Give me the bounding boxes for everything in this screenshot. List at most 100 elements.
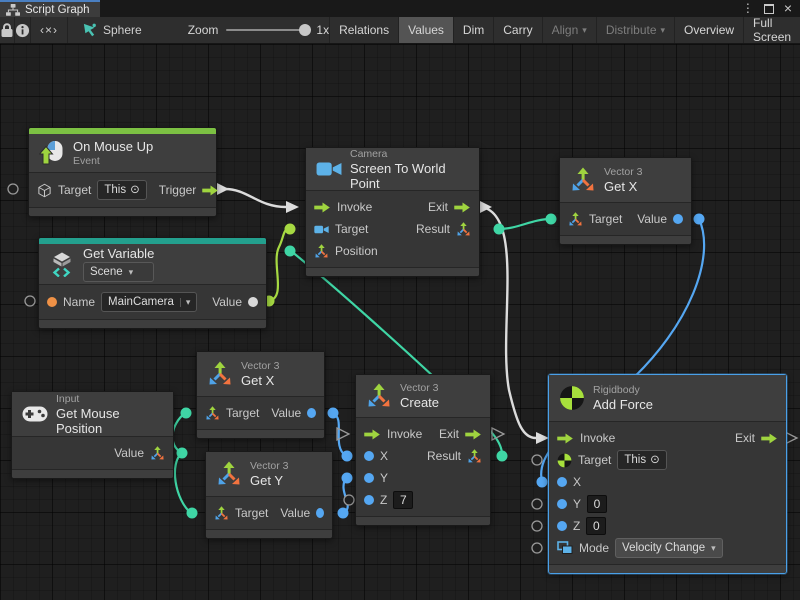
port-row: Target Result: [314, 218, 471, 240]
maximize-icon[interactable]: [764, 4, 774, 14]
port-row: Z 7: [364, 489, 482, 511]
z-value-field[interactable]: 7: [393, 491, 413, 509]
node-get-mouse-position[interactable]: Input Get Mouse Position Value: [11, 391, 174, 479]
value-port-label: Value: [212, 295, 242, 309]
rigidbody-icon[interactable]: [557, 453, 572, 468]
name-port-label: Name: [63, 295, 95, 309]
port-row: Value: [20, 442, 165, 464]
values-toggle[interactable]: Values: [399, 17, 454, 43]
dim-toggle[interactable]: Dim: [454, 17, 494, 43]
tab-bar: Script Graph ⋮ ×: [0, 0, 800, 17]
z-port[interactable]: [557, 521, 567, 531]
full-screen-button[interactable]: Full Screen: [744, 17, 800, 43]
flow-arrow-icon[interactable]: [465, 429, 482, 440]
scope-dropdown[interactable]: Scene ▾: [83, 262, 154, 282]
vector3-icon: [570, 167, 596, 193]
value-port[interactable]: [673, 214, 683, 224]
node-footer: [29, 207, 216, 216]
vector3-icon[interactable]: [467, 449, 482, 464]
target-port-label: Target: [589, 212, 622, 226]
node-on-mouse-up[interactable]: On Mouse Up Event Target This ⊙ Trigger: [28, 127, 217, 217]
node-title: Add Force: [593, 397, 653, 412]
z-value-field[interactable]: 0: [586, 517, 606, 535]
y-value-field[interactable]: 0: [587, 495, 607, 513]
x-port-label: X: [573, 475, 581, 489]
flow-arrow-icon[interactable]: [557, 433, 574, 444]
lock-button[interactable]: [0, 17, 15, 43]
align-dropdown[interactable]: Align▾: [543, 17, 597, 43]
flow-arrow-icon[interactable]: [314, 202, 331, 213]
vector3-icon[interactable]: [314, 244, 329, 259]
value-port-label: Value: [271, 406, 301, 420]
node-footer: [356, 516, 490, 525]
port-row: Invoke Exit: [364, 423, 482, 445]
graph-icon: [6, 4, 20, 16]
flow-arrow-icon[interactable]: [202, 185, 219, 196]
graph-breadcrumb[interactable]: Sphere: [82, 17, 142, 43]
y-port[interactable]: [364, 473, 374, 483]
vector3-icon[interactable]: [214, 506, 229, 521]
carry-toggle[interactable]: Carry: [494, 17, 542, 43]
this-target-chip[interactable]: This ⊙: [97, 180, 146, 200]
variable-name-dropdown[interactable]: MainCamera ▾: [101, 292, 197, 312]
value-port[interactable]: [316, 508, 324, 518]
invoke-port-label: Invoke: [387, 427, 422, 441]
node-get-variable[interactable]: Get Variable Scene ▾ Name MainCamera ▾ V…: [38, 237, 267, 329]
chevron-down-icon: ▾: [129, 268, 134, 277]
y-port-label: Y: [380, 471, 388, 485]
node-vector3-get-y[interactable]: Vector 3 Get Y Target Value: [205, 451, 333, 539]
code-view-icon: ‹×›: [40, 23, 58, 37]
flow-arrow-icon[interactable]: [761, 433, 778, 444]
force-mode-icon[interactable]: [557, 541, 573, 555]
vector3-icon[interactable]: [568, 212, 583, 227]
overview-button[interactable]: Overview: [675, 17, 744, 43]
vector3-icon[interactable]: [150, 446, 165, 461]
gameobject-cube-icon[interactable]: [37, 183, 52, 198]
tab-script-graph[interactable]: Script Graph: [0, 0, 100, 17]
x-port[interactable]: [364, 451, 374, 461]
node-title: Get X: [241, 373, 280, 388]
y-port[interactable]: [557, 499, 567, 509]
target-dot-icon: ⊙: [650, 451, 660, 469]
code-view-button[interactable]: ‹×›: [31, 17, 68, 43]
value-port[interactable]: [307, 408, 316, 418]
flow-arrow-icon[interactable]: [364, 429, 381, 440]
mode-port-label: Mode: [579, 541, 609, 555]
port-row: Y 0: [557, 493, 778, 515]
zoom-label: Zoom: [188, 23, 219, 37]
node-vector3-get-x-top[interactable]: Vector 3 Get X Target Value: [559, 157, 692, 245]
node-screen-to-world-point[interactable]: Camera Screen To World Point Invoke Exit…: [305, 147, 480, 277]
script-graph-asset-icon: [82, 22, 97, 38]
flow-arrow-icon[interactable]: [454, 202, 471, 213]
node-footer: [306, 267, 479, 276]
result-port-label: Result: [416, 222, 450, 236]
node-add-force[interactable]: Rigidbody Add Force Invoke Exit Target T…: [548, 374, 787, 574]
node-vector3-create[interactable]: Vector 3 Create Invoke Exit X Result: [355, 374, 491, 526]
distribute-dropdown[interactable]: Distribute▾: [597, 17, 675, 43]
chevron-down-icon: ▾: [661, 26, 666, 35]
unity-script-graph-window: Script Graph ⋮ × ‹×› Sphere Zoom 1x: [0, 0, 800, 600]
vector3-icon[interactable]: [205, 406, 220, 421]
invoke-port-label: Invoke: [337, 200, 372, 214]
relations-toggle[interactable]: Relations: [330, 17, 399, 43]
mode-dropdown[interactable]: Velocity Change ▾: [615, 538, 723, 558]
this-target-chip[interactable]: This ⊙: [617, 450, 666, 470]
x-port-label: X: [380, 449, 388, 463]
menu-icon[interactable]: ⋮: [742, 0, 754, 17]
close-icon[interactable]: ×: [784, 0, 792, 17]
graph-toolbar: ‹×› Sphere Zoom 1x Relations Values Dim …: [0, 17, 800, 44]
zoom-slider-knob[interactable]: [299, 24, 311, 36]
camera-icon[interactable]: [314, 222, 329, 237]
name-port[interactable]: [47, 297, 57, 307]
value-port[interactable]: [248, 297, 258, 307]
z-port[interactable]: [364, 495, 374, 505]
chevron-down-icon: ▾: [582, 26, 587, 35]
node-footer: [12, 469, 173, 478]
port-row: Z 0: [557, 515, 778, 537]
x-port[interactable]: [557, 477, 567, 487]
vector3-icon[interactable]: [456, 222, 471, 237]
node-vector3-get-x-mid[interactable]: Vector 3 Get X Target Value: [196, 351, 325, 439]
info-button[interactable]: [15, 17, 31, 43]
zoom-slider[interactable]: [226, 29, 308, 31]
chevron-down-icon: ▾: [180, 298, 191, 307]
